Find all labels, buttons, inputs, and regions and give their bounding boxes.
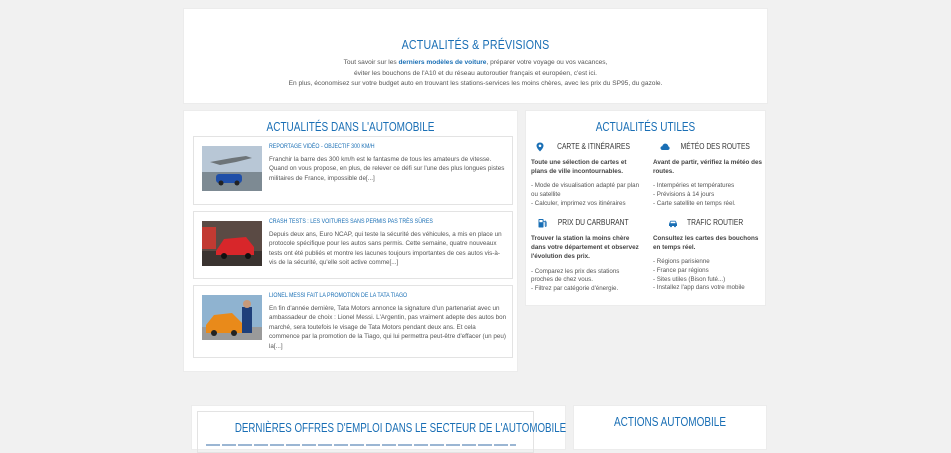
section-title[interactable]: Carte & itinéraires: [531, 141, 643, 152]
map-pin-icon: [536, 142, 544, 152]
car-models-link[interactable]: derniers modèles de voiture: [399, 59, 487, 66]
feature-list: - Comparez les prix des stations proches…: [531, 267, 620, 292]
news-heading: Actualités dans l'automobile: [266, 120, 435, 134]
article-thumbnail[interactable]: [202, 146, 262, 191]
article-title[interactable]: Crash tests : les voitures sans permis p…: [269, 218, 433, 225]
article-excerpt: Franchir la barre des 300 km/h est le fa…: [269, 156, 505, 182]
section-weather[interactable]: Météo des routes Avant de partir, vérifi…: [653, 141, 765, 208]
section-fuel-prices[interactable]: Prix du carburant Trouver la station la …: [531, 217, 643, 293]
useful-heading: Actualités utiles: [595, 120, 696, 134]
actions-heading: Actions automobile: [613, 415, 727, 429]
cloud-icon: [660, 143, 670, 150]
jobs-inner-box: Dernières offres d'emploi dans le secteu…: [197, 411, 567, 453]
car-icon: [668, 220, 677, 228]
article-excerpt: Depuis deux ans, Euro NCAP, qui teste la…: [269, 231, 502, 267]
news-article[interactable]: Lionel Messi fait la promotion de la Tat…: [193, 285, 513, 358]
intro-title: Actualités & Prévisions: [401, 37, 550, 52]
fuel-pump-icon: [538, 218, 547, 228]
useful-news-panel: Actualités utiles Carte & itinéraires To…: [525, 110, 766, 306]
news-panel: Actualités dans l'automobile Reportage v…: [183, 110, 518, 372]
feature-list: - Intempéries et températures - Prévisio…: [653, 182, 736, 207]
article-thumbnail[interactable]: [202, 221, 262, 266]
jobs-panel: Dernières offres d'emploi dans le secteu…: [191, 405, 567, 453]
section-maps[interactable]: Carte & itinéraires Toute une sélection …: [531, 141, 643, 208]
section-title[interactable]: Trafic routier: [653, 217, 765, 228]
section-title[interactable]: Météo des routes: [653, 141, 765, 152]
section-traffic[interactable]: Trafic routier Consultez les cartes des …: [653, 217, 765, 293]
article-thumbnail[interactable]: [202, 295, 262, 340]
section-title[interactable]: Prix du carburant: [531, 217, 643, 228]
intro-panel: Actualités & Prévisions Tout savoir sur …: [183, 8, 768, 104]
jobs-heading: Dernières offres d'emploi dans le secteu…: [234, 421, 567, 435]
actions-panel: Actions automobile: [573, 405, 767, 450]
news-article[interactable]: Reportage vidéo - Objectif 300 km/h Fran…: [193, 136, 513, 205]
feature-list: - Régions parisienne - France par région…: [653, 258, 745, 292]
news-article[interactable]: Crash tests : les voitures sans permis p…: [193, 211, 513, 279]
article-title[interactable]: Lionel Messi fait la promotion de la Tat…: [269, 292, 407, 299]
article-title[interactable]: Reportage vidéo - Objectif 300 km/h: [269, 143, 375, 150]
article-excerpt: En fin d'année dernière, Tata Motors ann…: [269, 305, 507, 350]
intro-text: Tout savoir sur les derniers modèles de …: [288, 59, 663, 87]
feature-list: - Mode de visualisation adapté par plan …: [531, 182, 640, 207]
